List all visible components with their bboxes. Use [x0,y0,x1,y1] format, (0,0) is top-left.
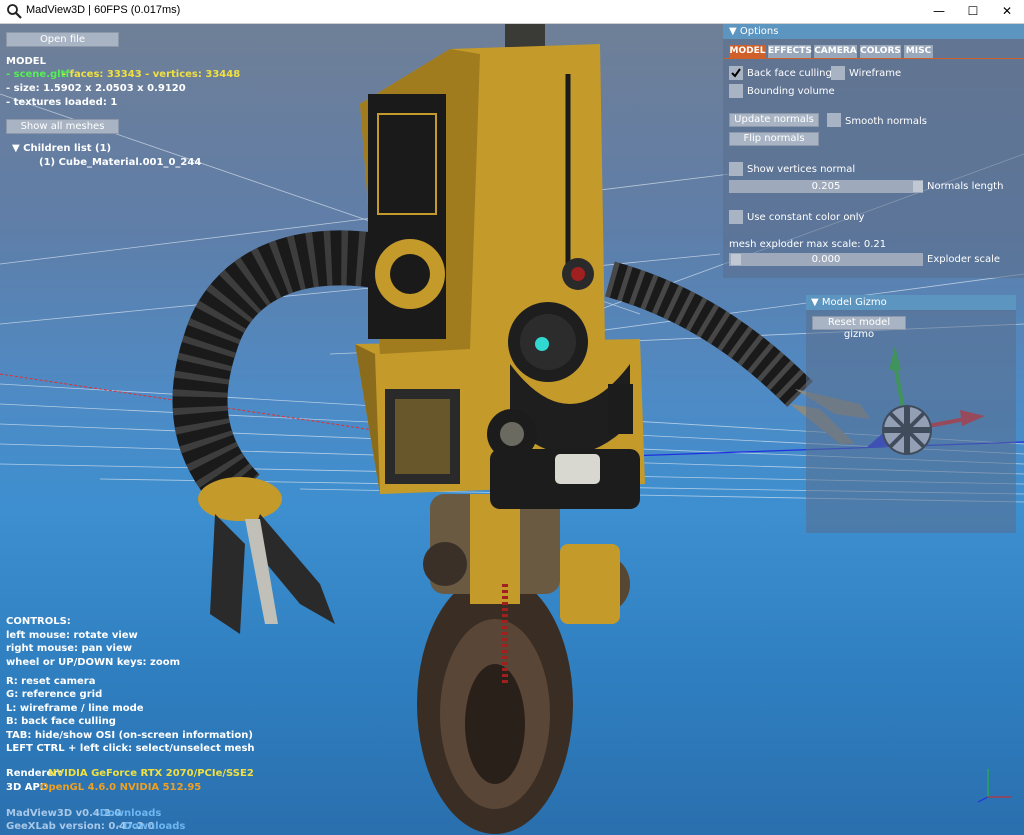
normals-length-label: Normals length [927,181,1004,192]
wireframe-label: Wireframe [849,68,902,79]
reset-model-gizmo-button[interactable]: Reset model gizmo [812,316,906,340]
bounding-volume-checkbox[interactable] [729,84,743,98]
checkmark-icon [731,68,741,78]
children-list-label: Children list (1) [23,143,112,154]
renderer-value: NVIDIA GeForce RTX 2070/PCIe/SSE2 [48,768,254,779]
minimize-button[interactable]: — [922,0,956,23]
children-list-toggle[interactable]: ▼ Children list (1) [12,143,111,155]
control-line: right mouse: pan view [6,643,132,654]
key-line: G: reference grid [6,689,103,700]
control-line: left mouse: rotate view [6,630,138,641]
triangle-down-icon: ▼ [12,143,24,154]
smooth-normals-checkbox[interactable] [827,113,841,127]
controls-header: CONTROLS: [6,616,71,627]
title-bar: MadView3D | 60FPS (0.017ms) — ☐ ✕ [0,0,1024,24]
faces-vertices: - faces: 33343 - vertices: 33448 [62,69,241,80]
tab-misc[interactable]: MISC [904,45,933,58]
back-face-culling-checkbox[interactable] [729,66,743,80]
robot-body [355,339,645,509]
exploder-scale-slider[interactable]: 0.000 [729,253,923,266]
model-size: - size: 1.5902 x 2.0503 x 0.9120 [6,83,186,94]
tab-effects[interactable]: EFFECTS [768,45,812,58]
options-panel-header[interactable]: ▼ Options [723,24,1024,39]
corner-axis-indicator [977,769,1012,803]
child-mesh-item[interactable]: (1) Cube_Material.001_0_244 [39,157,201,169]
api-value: OpenGL 4.6.0 NVIDIA 512.95 [40,782,202,793]
robot-head [360,24,605,382]
model-gizmo-header[interactable]: ▼ Model Gizmo [806,295,1016,310]
normals-length-slider[interactable]: 0.205 [729,180,923,193]
file-name: - scene.gltf [6,69,70,80]
exploder-max-text: mesh exploder max scale: 0.21 [729,239,887,250]
flip-normals-button[interactable]: Flip normals [729,132,819,146]
robot-left-arm [172,230,401,634]
constant-color-checkbox[interactable] [729,210,743,224]
model-header: MODEL [6,56,46,67]
downloads-link[interactable]: - Downloads [92,808,161,820]
smooth-normals-label: Smooth normals [845,116,928,127]
options-title: Options [739,26,779,37]
3d-viewport[interactable]: Open file MODEL - scene.gltf - faces: 33… [0,24,1024,835]
key-line: R: reset camera [6,676,96,687]
wireframe-checkbox[interactable] [831,66,845,80]
tab-colors[interactable]: COLORS [860,45,901,58]
normals-length-value: 0.205 [811,181,841,192]
exploder-scale-label: Exploder scale [927,254,1001,265]
update-normals-button[interactable]: Update normals [729,113,819,127]
tab-camera[interactable]: CAMERA [814,45,857,58]
downloads-link[interactable]: - Downloads [116,821,185,833]
key-line: TAB: hide/show OSI (on-screen informatio… [6,730,253,741]
textures-loaded: - textures loaded: 1 [6,97,118,108]
show-vertices-normal-label: Show vertices normal [747,164,856,175]
show-vertices-normal-checkbox[interactable] [729,162,743,176]
model-gizmo-title: Model Gizmo [821,297,887,308]
slider-handle[interactable] [731,254,741,265]
key-line: LEFT CTRL + left click: select/unselect … [6,743,255,754]
back-face-culling-label: Back face culling [747,68,832,79]
exploder-scale-value: 0.000 [811,254,841,265]
control-line: wheel or UP/DOWN keys: zoom [6,657,180,668]
key-line: B: back face culling [6,716,116,727]
triangle-down-icon: ▼ [729,26,740,37]
magnifier-app-icon [7,4,22,19]
options-panel: ▼ Options MODEL EFFECTS CAMERA COLORS MI… [723,24,1024,278]
key-line: L: wireframe / line mode [6,703,144,714]
model-gizmo-panel: ▼ Model Gizmo Reset model gizmo [806,295,1016,533]
slider-handle[interactable] [913,181,923,192]
constant-color-label: Use constant color only [747,212,865,223]
show-all-meshes-button[interactable]: Show all meshes [6,119,119,134]
open-file-button[interactable]: Open file [6,32,119,47]
triangle-down-icon: ▼ [811,297,822,308]
bounding-volume-label: Bounding volume [747,86,835,97]
close-button[interactable]: ✕ [990,0,1024,23]
maximize-button[interactable]: ☐ [956,0,990,23]
tab-model[interactable]: MODEL [729,45,766,58]
window-title: MadView3D | 60FPS (0.017ms) [26,4,181,16]
tab-underline [723,58,1024,59]
robot-wheel [417,494,630,834]
